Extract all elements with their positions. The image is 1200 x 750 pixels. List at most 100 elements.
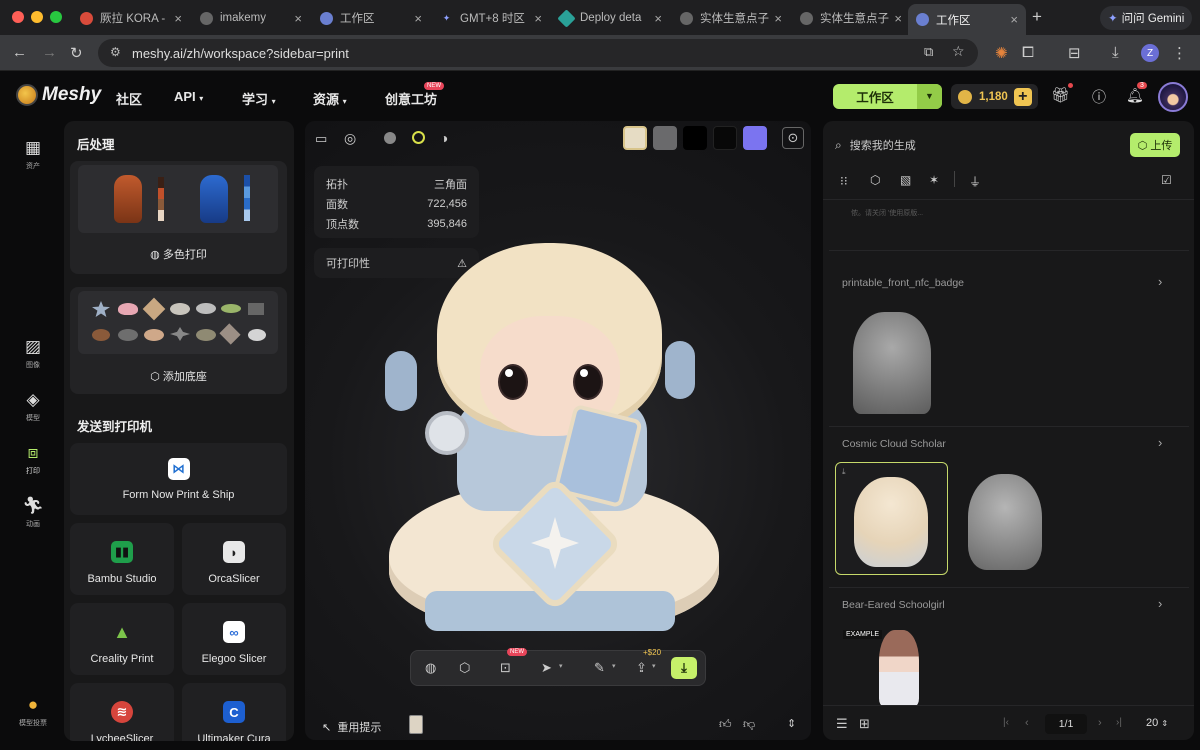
forward-icon[interactable]: → [42,44,57,61]
browser-tab[interactable]: 工作区 × [312,6,430,30]
close-tab-icon[interactable]: × [174,11,182,26]
select-mode-icon[interactable]: ☑ [1161,173,1172,187]
add-base-button[interactable]: ⬡ 添加底座 [70,368,287,384]
chevron-down-icon[interactable]: ▾ [652,662,656,670]
expand-icon[interactable]: ⇕ [787,717,796,730]
result-title[interactable]: Bear-Eared Schoolgirl [842,599,945,611]
rerun-hint-button[interactable]: ↖ 重用提示 [322,719,381,735]
focus-view-icon[interactable]: ⊙ [782,127,804,149]
search-input[interactable]: ⌕ 搜索我的生成 [835,133,1097,157]
lycheeslicer-button[interactable]: ≋ LycheeSlicer [70,683,174,741]
chevron-down-icon[interactable]: ▼ [917,84,942,109]
close-tab-icon[interactable]: × [894,11,902,26]
cast-icon[interactable]: ⧉ [924,44,933,60]
reload-icon[interactable]: ↻ [70,44,83,62]
browser-menu-icon[interactable]: ⋮ [1172,44,1187,62]
bg-swatch-black[interactable] [683,126,707,150]
thumbs-down-icon[interactable]: 👎︎ [743,717,755,732]
bambu-studio-button[interactable]: ▮▮ Bambu Studio [70,523,174,595]
scan-icon[interactable]: ⊡ [500,660,511,676]
bg-swatch-dark[interactable] [713,126,737,150]
profile-avatar[interactable]: Z [1141,44,1159,62]
mesh-icon[interactable]: ⬡ [459,660,470,676]
chevron-right-icon[interactable]: › [1158,274,1162,289]
workspace-button[interactable]: 工作区 ▼ [833,84,942,109]
creality-print-button[interactable]: ▲ Creality Print [70,603,174,675]
rail-print[interactable]: ⧈ 打印 [14,443,52,476]
close-tab-icon[interactable]: × [534,11,542,26]
prompt-thumbnail[interactable] [409,715,423,734]
add-credits-button[interactable]: + [1013,87,1032,106]
extensions-puzzle-icon[interactable]: ⧠ [1022,44,1034,61]
run-icon[interactable]: ✶ [929,173,939,187]
monitor-icon[interactable]: ▭ [315,131,327,147]
user-avatar[interactable] [1158,82,1188,112]
prev-page-icon[interactable]: ‹ [1025,717,1029,729]
result-thumbnail-gray-model[interactable] [968,474,1042,570]
menu-learn[interactable]: 学习 ▾ [242,89,276,108]
orcaslicer-button[interactable]: ◗ OrcaSlicer [182,523,286,595]
close-tab-icon[interactable]: × [654,11,662,26]
browser-tab[interactable]: 实体生意点子 × [672,6,790,30]
menu-community[interactable]: 社区 [116,89,142,108]
export-icon[interactable]: ⇪ [636,660,647,676]
download-button[interactable]: ⤓ [671,657,697,679]
minimize-window-button[interactable] [31,11,43,23]
model-viewer[interactable]: ▭ ◎ ◑ ⊙ 拓扑 三角面 面数 722,456 顶点数 395,846 可打印性 … [305,121,811,740]
add-base-card[interactable]: ⬡ 添加底座 [70,287,287,394]
rail-vote[interactable]: ● 模型投票 [14,695,52,728]
upload-button[interactable]: ⬡ 上传 [1130,133,1180,157]
site-settings-icon[interactable]: ⚙ [110,45,121,59]
all-grid-icon[interactable]: ⁝⁝ [840,174,848,188]
rail-assets[interactable]: ▦ 资产 [14,138,52,171]
download-icon[interactable]: ⤓ [1112,44,1119,61]
gift-icon[interactable]: 🎁︎ [1051,86,1070,104]
menu-workshop[interactable]: 创意工坊 [385,89,437,108]
bookmark-star-icon[interactable]: ☆ [952,43,965,60]
page-size-select[interactable]: 20 ⇕ [1146,717,1168,729]
help-icon[interactable]: ⓘ [1092,87,1106,107]
elegoo-slicer-button[interactable]: ∞ Elegoo Slicer [182,603,286,675]
page-indicator[interactable]: 1/1 [1045,714,1087,734]
close-window-button[interactable] [12,11,24,23]
solid-shading-icon[interactable] [384,132,396,144]
gemini-button[interactable]: ✦ 问问 Gemini [1100,6,1192,30]
filter-icon[interactable]: ⏚ [969,173,981,190]
browser-tab[interactable]: imakemy × [192,6,310,30]
tab-search-icon[interactable]: ⊟ [1068,44,1081,62]
bell-icon[interactable]: 🔔︎ [1126,87,1144,104]
back-icon[interactable]: ← [12,44,27,61]
result-thumbnail-gray-model[interactable] [853,312,931,414]
menu-api[interactable]: API ▾ [174,89,203,104]
bg-swatch-gray[interactable] [653,126,677,150]
browser-tab[interactable]: Deploy deta × [552,6,670,30]
cube-icon[interactable]: ⬡ [870,173,880,187]
rig-icon[interactable]: ✎ [594,660,605,676]
multicolor-print-card[interactable]: ◍ 多色打印 [70,161,287,274]
bg-swatch-marble[interactable] [623,126,647,150]
ultimaker-cura-button[interactable]: C Ultimaker Cura [182,683,286,741]
chevron-down-icon[interactable]: ▾ [612,662,616,670]
send-icon[interactable]: ➤ [541,660,552,676]
new-tab-button[interactable]: + [1032,7,1042,27]
browser-tab[interactable]: ✦ GMT+8 时区 × [432,6,550,30]
download-icon[interactable]: ⤓ [842,467,846,477]
last-page-icon[interactable]: ›| [1116,717,1122,728]
chevron-right-icon[interactable]: › [1158,435,1162,450]
browser-tab-active[interactable]: 工作区 × [908,4,1026,35]
thumbs-up-icon[interactable]: 👍︎ [719,717,732,732]
close-tab-icon[interactable]: × [774,11,782,26]
browser-tab[interactable]: 厥拉 KORA - × [72,6,190,30]
browser-tab[interactable]: 实体生意点子 × [792,6,910,30]
close-tab-icon[interactable]: × [294,11,302,26]
texture-icon[interactable]: ▧ [900,173,911,187]
close-tab-icon[interactable]: × [414,11,422,26]
result-title[interactable]: Cosmic Cloud Scholar [842,438,946,450]
result-title[interactable]: printable_front_nfc_badge [842,277,964,289]
result-thumbnail-selected[interactable]: ⤓ [835,462,948,575]
rail-model[interactable]: ◈ 模型 [14,390,52,423]
pbr-shading-icon[interactable]: ◑ [440,130,448,146]
chevron-right-icon[interactable]: › [1158,596,1162,611]
palette-icon[interactable]: ◍ [425,660,436,676]
form-now-button[interactable]: ⋈ Form Now Print & Ship [70,443,287,515]
